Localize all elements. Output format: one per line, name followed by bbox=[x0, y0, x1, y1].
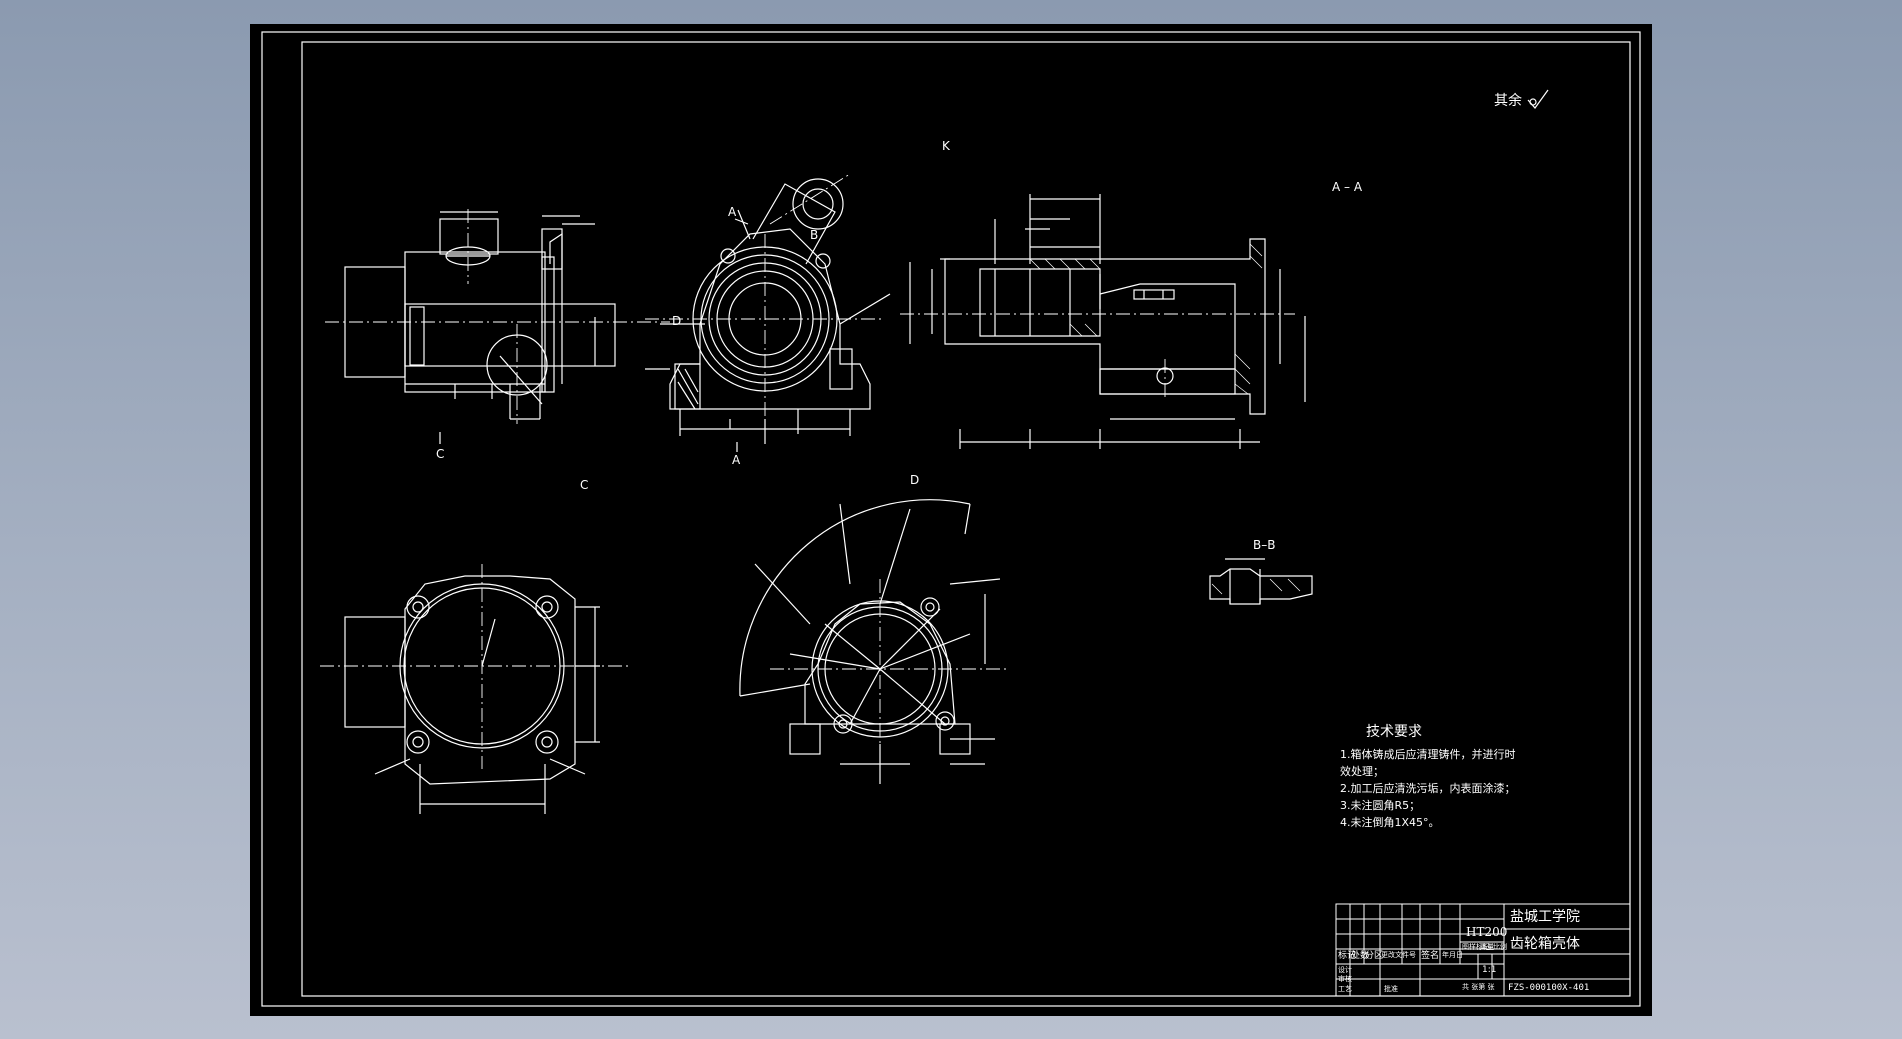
view-c-label: C bbox=[580, 478, 589, 492]
drawing-linework bbox=[261, 31, 1641, 1007]
section-b-b-view bbox=[1209, 558, 1313, 605]
tb-header-weight: 重量 bbox=[1480, 943, 1494, 951]
tb-header-sign: 签名 bbox=[1421, 951, 1440, 961]
section-mark-b: B bbox=[810, 228, 819, 242]
outer-frame bbox=[261, 31, 1641, 1007]
tb-process: 工艺 bbox=[1338, 985, 1352, 993]
tb-header-ratio: 比例 bbox=[1493, 943, 1507, 951]
drawing-sheet[interactable]: 其余 K A – A C D B–B A A B C D 技术要求 1.箱体铸成… bbox=[250, 24, 1652, 1016]
d-view bbox=[739, 499, 1001, 784]
section-a-a-view bbox=[909, 194, 1306, 449]
cad-viewer-canvas[interactable]: 其余 K A – A C D B–B A A B C D 技术要求 1.箱体铸成… bbox=[0, 0, 1902, 1039]
material-label: HT200 bbox=[1466, 925, 1508, 939]
tb-header-date: 年月日 bbox=[1442, 951, 1463, 959]
tb-checker: 审核 bbox=[1338, 975, 1352, 983]
tech-requirements-title: 技术要求 bbox=[1366, 724, 1422, 740]
part-name: 齿轮箱壳体 bbox=[1510, 936, 1580, 952]
drawing-number: FZS-000100X-401 bbox=[1508, 983, 1590, 993]
tech-requirement-1: 1.箱体铸成后应清理铸件，并进行时 bbox=[1340, 748, 1516, 761]
roughness-symbol bbox=[1527, 89, 1549, 109]
section-mark-a-bottom: A bbox=[732, 453, 741, 467]
c-view bbox=[344, 575, 600, 814]
section-aa-label: A – A bbox=[1332, 180, 1363, 194]
school-name: 盐城工学院 bbox=[1510, 909, 1580, 925]
tb-designer: 设计 bbox=[1338, 966, 1352, 974]
section-mark-a-top: A bbox=[728, 205, 737, 219]
front-view bbox=[344, 211, 616, 444]
tb-header-doc-no: 更改文件号 bbox=[1381, 951, 1416, 959]
arrow-mark-c: C bbox=[436, 447, 445, 461]
tb-sheets: 共 张第 张 bbox=[1462, 983, 1495, 991]
view-k-label: K bbox=[942, 139, 950, 153]
side-view bbox=[645, 178, 891, 452]
tech-requirements-list: 1.箱体铸成后应清理铸件，并进行时 效处理； 2.加工后应清洗污垢，内表面涂漆；… bbox=[1340, 746, 1516, 831]
roughness-note: 其余 bbox=[1494, 93, 1522, 109]
arrow-mark-d: D bbox=[672, 314, 682, 328]
inner-frame bbox=[301, 41, 1631, 997]
tb-approve: 批准 bbox=[1384, 985, 1398, 993]
tech-requirement-2: 2.加工后应清洗污垢，内表面涂漆； bbox=[1340, 782, 1516, 795]
tech-requirement-4: 4.未注倒角1X45°。 bbox=[1340, 816, 1440, 829]
section-bb-label: B–B bbox=[1253, 538, 1276, 552]
tech-requirement-3: 3.未注圆角R5； bbox=[1340, 799, 1421, 812]
tech-requirement-1b: 效处理； bbox=[1340, 765, 1384, 778]
scale-value: 1:1 bbox=[1482, 965, 1497, 975]
view-d-label: D bbox=[910, 473, 920, 487]
